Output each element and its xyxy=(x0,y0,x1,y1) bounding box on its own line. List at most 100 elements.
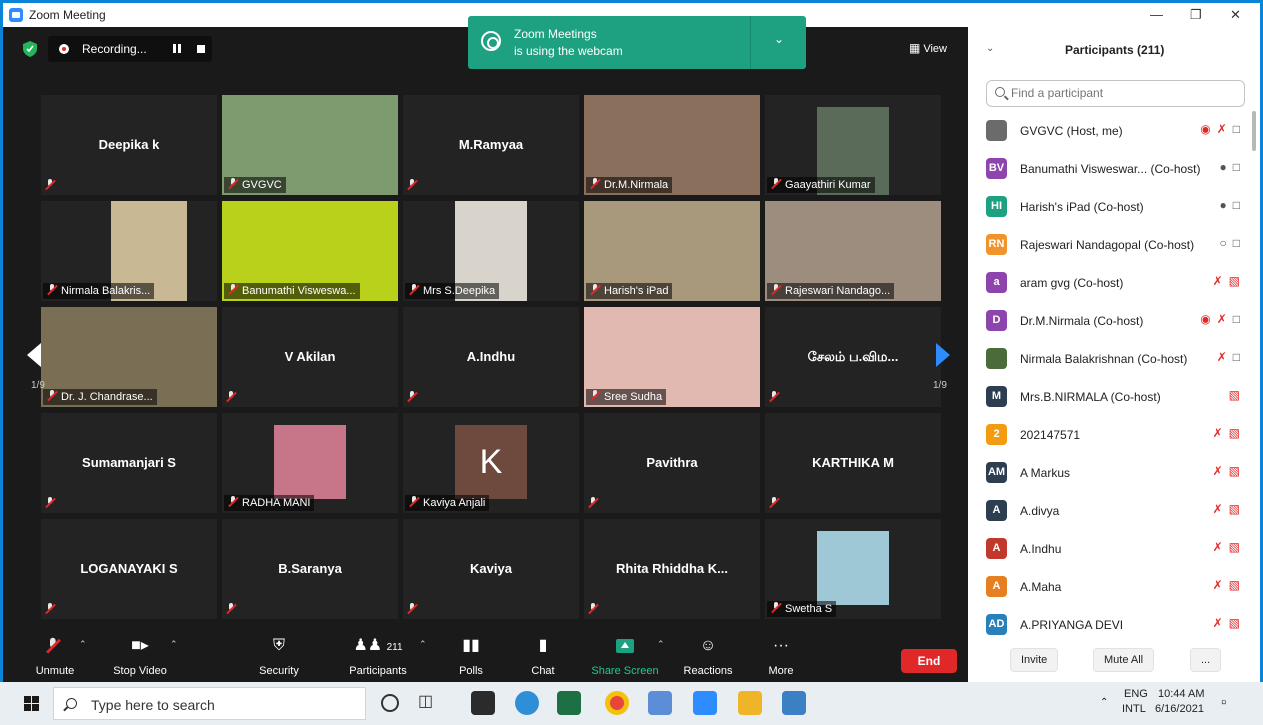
video-tile[interactable]: B.Saranya xyxy=(222,519,398,619)
muted-mic-icon xyxy=(769,391,781,403)
avatar: RN xyxy=(986,234,1007,255)
video-camera-icon: ■▸ xyxy=(131,637,149,654)
participant-row[interactable]: a aram gvg (Co-host) ✗ ▧ xyxy=(968,263,1248,301)
participant-search-input[interactable] xyxy=(1011,86,1231,100)
chevron-up-icon[interactable]: ⌃ xyxy=(79,639,87,650)
next-page-icon[interactable] xyxy=(936,343,950,367)
task-view-icon[interactable]: ◫ xyxy=(418,691,442,715)
video-tile[interactable]: Harish's iPad xyxy=(584,201,760,301)
chevron-up-icon[interactable]: ⌃ xyxy=(419,639,427,650)
polls-button[interactable]: ▮▮ Polls xyxy=(451,635,491,677)
previous-page-icon[interactable] xyxy=(27,343,41,367)
clock-time[interactable]: 10:44 AM xyxy=(1158,688,1204,700)
taskbar-search-box[interactable]: Type here to search xyxy=(53,687,366,720)
video-tile[interactable]: Gaayathiri Kumar xyxy=(765,95,941,195)
participants-button[interactable]: ♟♟ 211 ⌃ Participants xyxy=(343,635,426,677)
participant-search-box[interactable] xyxy=(986,80,1245,107)
share-screen-button[interactable]: ⌃ Share Screen xyxy=(589,635,665,677)
stop-video-button[interactable]: ■▸ ⌃ Stop Video xyxy=(108,635,177,677)
more-button[interactable]: ··· More xyxy=(761,635,801,677)
mute-all-button[interactable]: Mute All xyxy=(1093,648,1155,672)
participant-row[interactable]: A A.Maha ✗ ▧ xyxy=(968,567,1248,605)
participant-row[interactable]: M Mrs.B.NIRMALA (Co-host) ▧ xyxy=(968,377,1248,415)
participant-row[interactable]: 2 202147571 ✗ ▧ xyxy=(968,415,1248,453)
participant-name: Nirmala Balakrishnan (Co-host) xyxy=(1020,352,1188,366)
participant-row[interactable]: AD A.PRIYANGA DEVI ✗ ▧ xyxy=(968,605,1248,643)
restore-icon[interactable]: ❐ xyxy=(1190,7,1202,23)
participant-row[interactable]: Nirmala Balakrishnan (Co-host) ✗ □ xyxy=(968,339,1248,377)
participant-row[interactable]: HI Harish's iPad (Co-host) ● □ xyxy=(968,187,1248,225)
excel-icon[interactable] xyxy=(557,691,581,715)
chevron-up-icon[interactable]: ⌃ xyxy=(170,639,178,650)
view-button[interactable]: ▦ View xyxy=(909,41,947,55)
video-tile[interactable]: M.Ramyaa xyxy=(403,95,579,195)
video-tile[interactable]: V Akilan xyxy=(222,307,398,407)
video-tile[interactable]: GVGVC xyxy=(222,95,398,195)
photos-icon[interactable] xyxy=(782,691,806,715)
clock-date[interactable]: 6/16/2021 xyxy=(1155,703,1204,715)
video-tile[interactable]: A.Indhu xyxy=(403,307,579,407)
unmute-button[interactable]: ⌃ Unmute xyxy=(31,635,87,677)
cortana-icon[interactable] xyxy=(381,694,399,712)
participant-row[interactable]: A A.Indhu ✗ ▧ xyxy=(968,529,1248,567)
scrollbar[interactable] xyxy=(1252,111,1256,151)
chevron-down-icon[interactable]: ⌄ xyxy=(774,32,784,46)
video-tile[interactable]: Mrs S.Deepika xyxy=(403,201,579,301)
stop-recording-icon[interactable] xyxy=(197,45,205,53)
participant-row[interactable]: BV Banumathi Visweswar... (Co-host) ● □ xyxy=(968,149,1248,187)
video-tile[interactable]: LOGANAYAKI S xyxy=(41,519,217,619)
video-tile[interactable]: Pavithra xyxy=(584,413,760,513)
video-tile[interactable]: Rajeswari Nandago... xyxy=(765,201,941,301)
profile-initial: K xyxy=(455,425,527,499)
close-icon[interactable]: ✕ xyxy=(1230,7,1241,23)
video-tile[interactable]: RADHA MANI xyxy=(222,413,398,513)
video-off-icon: ▧ xyxy=(1228,464,1240,478)
video-tile[interactable]: Kaviya xyxy=(403,519,579,619)
participant-row[interactable]: AM A Markus ✗ ▧ xyxy=(968,453,1248,491)
participant-row[interactable]: A A.divya ✗ ▧ xyxy=(968,491,1248,529)
video-tile[interactable]: Sumamanjari S xyxy=(41,413,217,513)
participant-row[interactable]: GVGVC (Host, me) ◉ ✗ □ xyxy=(968,111,1248,149)
video-tile[interactable]: KARTHIKA M xyxy=(765,413,941,513)
video-tile[interactable]: Swetha S xyxy=(765,519,941,619)
invite-button[interactable]: Invite xyxy=(1010,648,1059,672)
participant-name: A.divya xyxy=(1020,504,1060,518)
edge-icon[interactable] xyxy=(515,691,539,715)
security-button[interactable]: ⛨ Security xyxy=(254,635,304,677)
publisher-icon[interactable] xyxy=(648,691,672,715)
store-icon[interactable] xyxy=(471,691,495,715)
video-tile[interactable]: Rhita Rhiddha K... xyxy=(584,519,760,619)
muted-mic-icon xyxy=(228,496,239,507)
minimize-icon[interactable]: — xyxy=(1150,7,1163,22)
video-tile[interactable]: Dr.M.Nirmala xyxy=(584,95,760,195)
zoom-taskbar-icon[interactable] xyxy=(693,691,717,715)
video-tile[interactable]: Sree Sudha xyxy=(584,307,760,407)
chevron-down-icon[interactable]: ⌄ xyxy=(986,43,994,54)
notifications-icon[interactable]: ▫ xyxy=(1221,694,1226,711)
shield-icon[interactable] xyxy=(23,41,37,57)
webcam-notification[interactable]: Zoom Meetings is using the webcam ⌄ xyxy=(468,16,806,69)
video-tile[interactable]: சேலம் ப.விம... xyxy=(765,307,941,407)
muted-mic-icon xyxy=(771,178,782,189)
language-layout[interactable]: INTL xyxy=(1122,703,1146,715)
video-tile[interactable]: Deepika k xyxy=(41,95,217,195)
chat-button[interactable]: ▮ Chat xyxy=(523,635,563,677)
file-explorer-icon[interactable] xyxy=(738,691,762,715)
reactions-button[interactable]: ☺ Reactions xyxy=(680,635,736,677)
participant-label-text: GVGVC xyxy=(242,179,282,191)
participant-row[interactable]: RN Rajeswari Nandagopal (Co-host) ○ □ xyxy=(968,225,1248,263)
panel-more-button[interactable]: ... xyxy=(1190,648,1222,672)
windows-start-icon[interactable] xyxy=(24,696,39,711)
chevron-up-icon[interactable]: ⌃ xyxy=(657,639,665,650)
video-tile[interactable]: K Kaviya Anjali xyxy=(403,413,579,513)
video-tile[interactable]: Banumathi Visweswa... xyxy=(222,201,398,301)
end-meeting-button[interactable]: End xyxy=(901,649,957,673)
video-tile[interactable]: Dr. J. Chandrase... xyxy=(41,307,217,407)
participant-row[interactable]: D Dr.M.Nirmala (Co-host) ◉ ✗ □ xyxy=(968,301,1248,339)
video-tile[interactable]: Nirmala Balakris... xyxy=(41,201,217,301)
pause-recording-icon[interactable] xyxy=(172,44,182,54)
chrome-icon[interactable] xyxy=(605,691,629,715)
muted-mic-icon xyxy=(45,179,57,191)
chevron-up-icon[interactable]: ⌃ xyxy=(1100,697,1108,708)
language-code[interactable]: ENG xyxy=(1124,688,1148,700)
